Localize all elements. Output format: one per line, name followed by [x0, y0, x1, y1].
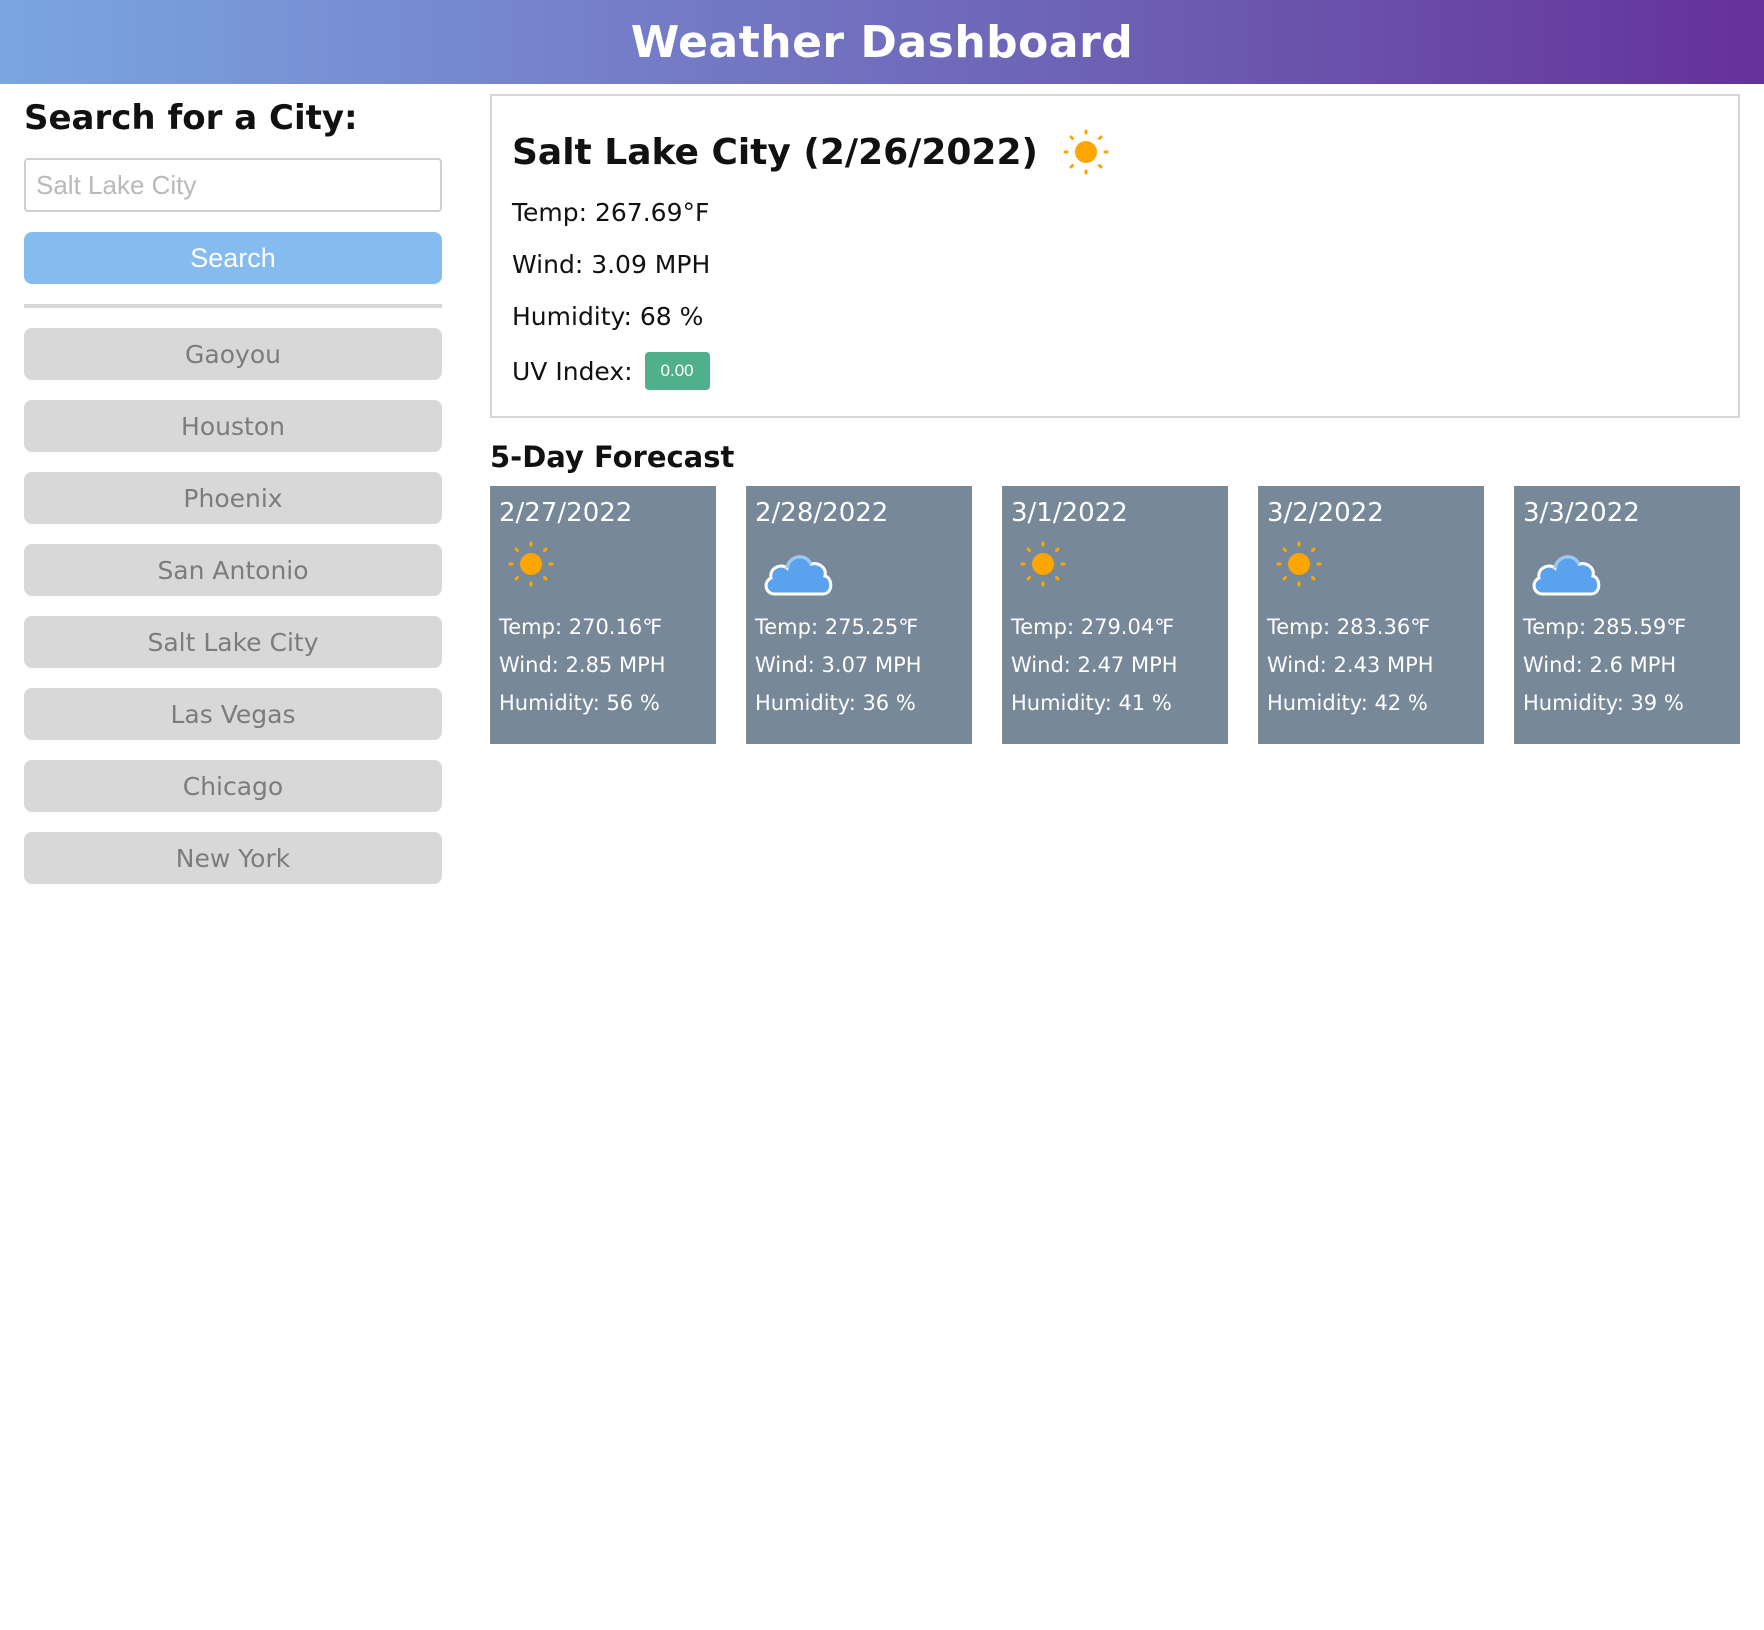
- forecast-temp: Temp: 285.59℉: [1523, 615, 1687, 639]
- forecast-date: 2/28/2022: [755, 498, 889, 528]
- sun-icon: [1060, 126, 1112, 178]
- forecast-cards: 2/27/2022 Temp: 270.16℉ Wind: 2.85 MPH H…: [490, 486, 1740, 744]
- sun-icon: [505, 538, 581, 600]
- forecast-temp: Temp: 279.04℉: [1011, 615, 1175, 639]
- history-button-las-vegas[interactable]: Las Vegas: [24, 688, 442, 740]
- cloud-icon: [1529, 538, 1605, 600]
- page-header: Weather Dashboard: [0, 0, 1764, 84]
- forecast-humidity: Humidity: 41 %: [1011, 691, 1172, 715]
- forecast-humidity: Humidity: 56 %: [499, 691, 660, 715]
- city-search-input[interactable]: [24, 158, 442, 212]
- forecast-humidity: Humidity: 42 %: [1267, 691, 1428, 715]
- forecast-card: 3/2/2022 Temp: 283.36℉ Wind: 2.43 MPH Hu…: [1258, 486, 1484, 744]
- current-wind: Wind: 3.09 MPH: [512, 250, 711, 279]
- history-button-san-antonio[interactable]: San Antonio: [24, 544, 442, 596]
- forecast-date: 3/2/2022: [1267, 498, 1384, 528]
- forecast-humidity: Humidity: 36 %: [755, 691, 916, 715]
- search-history-list: Gaoyou Houston Phoenix San Antonio Salt …: [24, 328, 442, 884]
- forecast-date: 2/27/2022: [499, 498, 633, 528]
- search-heading: Search for a City:: [24, 98, 358, 138]
- page-title: Weather Dashboard: [630, 16, 1134, 68]
- current-uv-index: UV Index: 0.00: [512, 352, 1718, 392]
- forecast-temp: Temp: 275.25℉: [755, 615, 919, 639]
- forecast-heading: 5-Day Forecast: [490, 440, 735, 474]
- forecast-card: 2/28/2022 Temp: 275.25℉ Wind: 3.07 MPH H…: [746, 486, 972, 744]
- sun-icon: [1017, 538, 1093, 600]
- forecast-date: 3/1/2022: [1011, 498, 1128, 528]
- sun-icon: [1273, 538, 1349, 600]
- uv-index-label: UV Index:: [512, 357, 633, 386]
- history-button-salt-lake-city[interactable]: Salt Lake City: [24, 616, 442, 668]
- history-button-gaoyou[interactable]: Gaoyou: [24, 328, 442, 380]
- forecast-humidity: Humidity: 39 %: [1523, 691, 1684, 715]
- current-weather-header: Salt Lake City (2/26/2022): [512, 128, 1718, 176]
- forecast-wind: Wind: 2.43 MPH: [1267, 653, 1434, 677]
- forecast-temp: Temp: 270.16℉: [499, 615, 663, 639]
- forecast-card: 3/3/2022 Temp: 285.59℉ Wind: 2.6 MPH Hum…: [1514, 486, 1740, 744]
- forecast-wind: Wind: 2.85 MPH: [499, 653, 666, 677]
- cloud-icon: [761, 538, 837, 600]
- forecast-wind: Wind: 2.6 MPH: [1523, 653, 1677, 677]
- current-temp: Temp: 267.69°F: [512, 198, 710, 227]
- history-button-chicago[interactable]: Chicago: [24, 760, 442, 812]
- current-humidity: Humidity: 68 %: [512, 302, 704, 331]
- forecast-card: 3/1/2022 Temp: 279.04℉ Wind: 2.47 MPH Hu…: [1002, 486, 1228, 744]
- history-button-phoenix[interactable]: Phoenix: [24, 472, 442, 524]
- history-button-new-york[interactable]: New York: [24, 832, 442, 884]
- sidebar-divider: [24, 304, 442, 308]
- forecast-wind: Wind: 3.07 MPH: [755, 653, 922, 677]
- forecast-wind: Wind: 2.47 MPH: [1011, 653, 1178, 677]
- forecast-date: 3/3/2022: [1523, 498, 1640, 528]
- sidebar: Search for a City: Search Gaoyou Houston…: [24, 96, 442, 904]
- forecast-card: 2/27/2022 Temp: 270.16℉ Wind: 2.85 MPH H…: [490, 486, 716, 744]
- current-weather-panel: Salt Lake City (2/26/2022) Temp: 267.69°…: [490, 94, 1740, 418]
- current-city-title: Salt Lake City (2/26/2022): [512, 131, 1038, 173]
- search-button[interactable]: Search: [24, 232, 442, 284]
- uv-index-badge: 0.00: [644, 352, 710, 390]
- history-button-houston[interactable]: Houston: [24, 400, 442, 452]
- forecast-temp: Temp: 283.36℉: [1267, 615, 1431, 639]
